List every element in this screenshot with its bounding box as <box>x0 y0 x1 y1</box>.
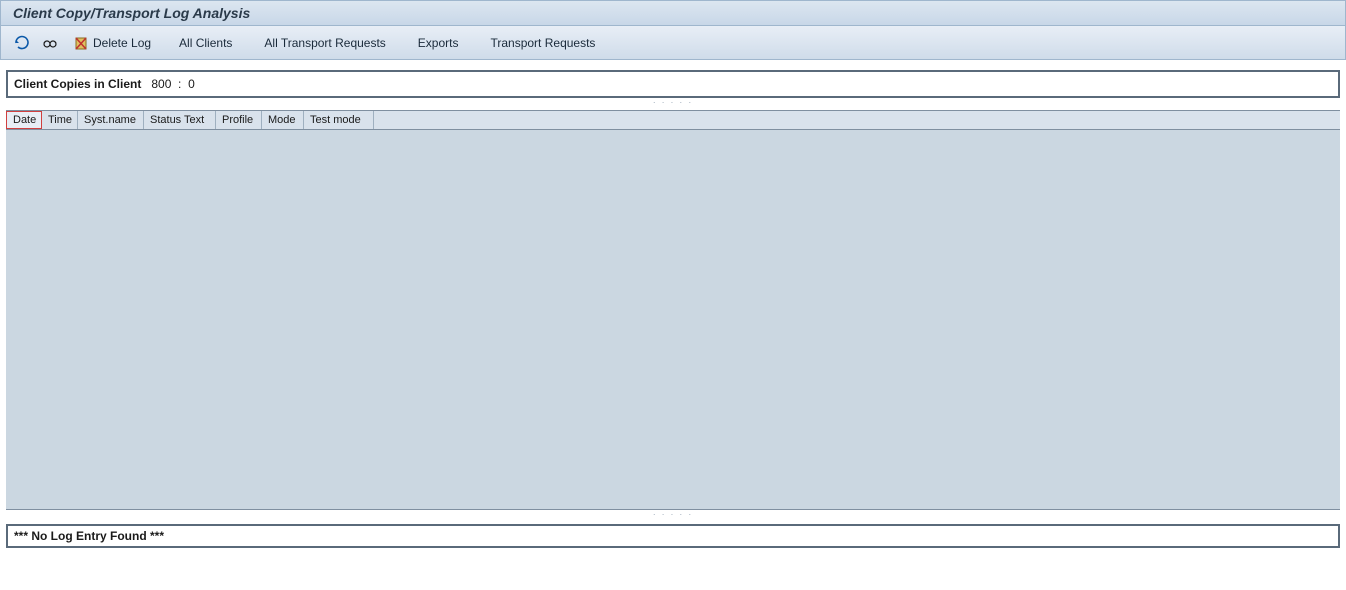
all-clients-button[interactable]: All Clients <box>169 32 242 54</box>
summary-label: Client Copies in Client <box>14 77 141 91</box>
delete-icon <box>73 35 89 51</box>
display-details-button[interactable] <box>39 32 61 54</box>
col-header-test-mode[interactable]: Test mode <box>304 111 374 129</box>
all-clients-label: All Clients <box>179 36 232 50</box>
col-header-systname[interactable]: Syst.name <box>78 111 144 129</box>
col-header-mode[interactable]: Mode <box>262 111 304 129</box>
summary-client-number: 800 <box>151 77 171 91</box>
title-bar: Client Copy/Transport Log Analysis <box>0 0 1346 26</box>
col-header-profile[interactable]: Profile <box>216 111 262 129</box>
col-header-date[interactable]: Date <box>6 111 42 129</box>
summary-values: 800 : 0 <box>151 77 194 91</box>
transport-requests-button[interactable]: Transport Requests <box>480 32 605 54</box>
status-message: *** No Log Entry Found *** <box>14 529 164 543</box>
summary-separator: : <box>178 77 181 91</box>
refresh-button[interactable] <box>11 32 33 54</box>
splitter-handle-bottom[interactable]: · · · · · <box>6 510 1340 520</box>
exports-label: Exports <box>418 36 459 50</box>
col-header-time[interactable]: Time <box>42 111 78 129</box>
delete-log-label: Delete Log <box>93 36 151 50</box>
table-body <box>6 130 1340 510</box>
exports-button[interactable]: Exports <box>408 32 469 54</box>
summary-panel: Client Copies in Client 800 : 0 <box>6 70 1340 98</box>
all-transport-requests-button[interactable]: All Transport Requests <box>254 32 395 54</box>
delete-log-button[interactable]: Delete Log <box>67 32 157 54</box>
glasses-icon <box>42 35 58 51</box>
page-title: Client Copy/Transport Log Analysis <box>13 5 250 21</box>
status-panel: *** No Log Entry Found *** <box>6 524 1340 548</box>
col-header-status-text[interactable]: Status Text <box>144 111 216 129</box>
refresh-icon <box>14 35 30 51</box>
splitter-handle-top[interactable]: · · · · · <box>6 98 1340 108</box>
summary-count: 0 <box>188 77 195 91</box>
transport-requests-label: Transport Requests <box>490 36 595 50</box>
content-area: Client Copies in Client 800 : 0 · · · · … <box>0 60 1346 520</box>
all-transport-requests-label: All Transport Requests <box>264 36 385 50</box>
table-header-row: Date Time Syst.name Status Text Profile … <box>6 110 1340 130</box>
toolbar: Delete Log All Clients All Transport Req… <box>0 26 1346 60</box>
